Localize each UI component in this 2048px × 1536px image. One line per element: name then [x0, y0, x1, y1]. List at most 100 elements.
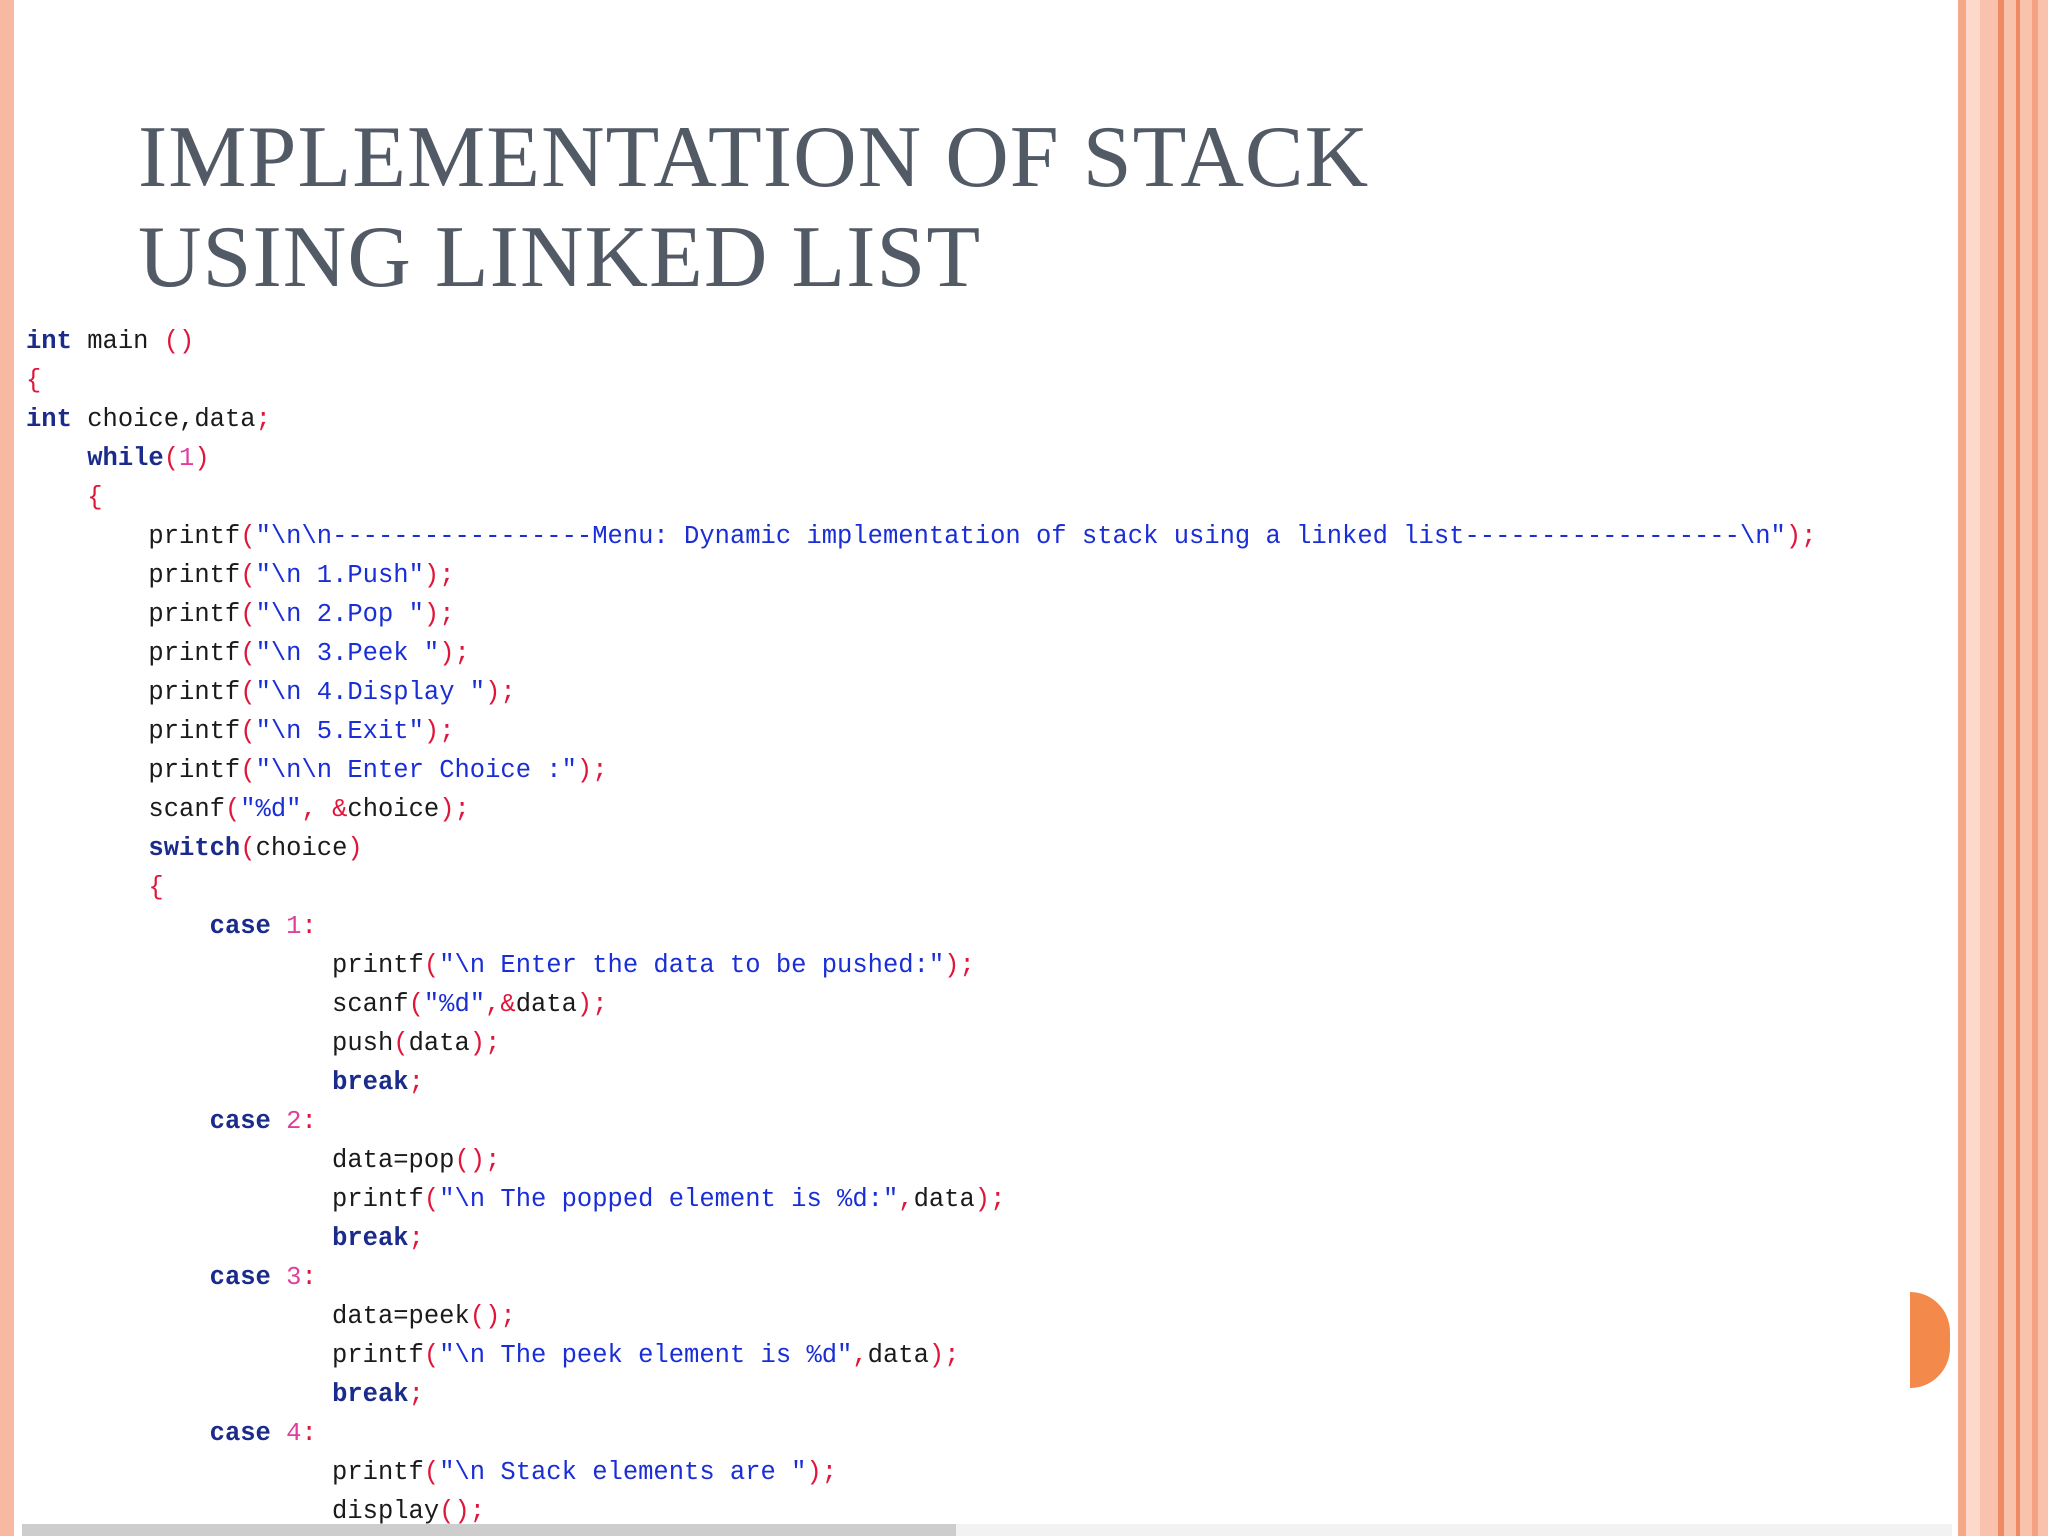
slide-right-stripe	[1998, 0, 2004, 1536]
code-token: :	[301, 1263, 317, 1292]
code-line: int main ()	[26, 322, 1816, 361]
code-token: while	[87, 444, 164, 473]
code-token: ()	[163, 327, 195, 356]
code-token: (	[423, 1341, 440, 1370]
code-token: data=peek	[26, 1302, 470, 1331]
code-token: );	[469, 1029, 501, 1058]
code-token: switch	[148, 834, 241, 863]
code-token: ;	[408, 1068, 424, 1097]
code-token: (	[240, 834, 256, 863]
code-token: "\n 5.Exit"	[255, 717, 424, 746]
code-token: printf	[26, 639, 241, 668]
code-token: scanf	[26, 795, 225, 824]
code-token: case	[209, 1263, 271, 1292]
code-token: ;	[408, 1380, 424, 1409]
code-token: ,	[898, 1185, 914, 1214]
code-token: );	[423, 561, 455, 590]
code-token: "%d"	[240, 795, 302, 824]
code-token: "%d"	[423, 990, 486, 1019]
horizontal-scrollbar-thumb[interactable]	[22, 1524, 956, 1536]
code-token: "\n 2.Pop "	[255, 600, 424, 629]
code-token: break	[332, 1380, 409, 1409]
code-token: data=pop	[26, 1146, 455, 1175]
code-token: 3	[286, 1263, 302, 1292]
code-token: )	[194, 444, 210, 473]
code-line: printf("\n The peek element is %d",data)…	[26, 1336, 1816, 1375]
code-line: {	[26, 868, 1816, 907]
code-token: int	[26, 327, 72, 356]
code-token: );	[485, 678, 516, 707]
code-token: 1	[179, 444, 195, 473]
code-token: (	[224, 795, 241, 824]
code-line: push(data);	[26, 1024, 1816, 1063]
code-token: printf	[26, 1458, 424, 1487]
code-token: (	[240, 717, 256, 746]
code-token: ;	[408, 1224, 424, 1253]
code-token: data	[867, 1341, 929, 1370]
code-line: printf("\n 2.Pop ");	[26, 595, 1816, 634]
code-token: printf	[26, 756, 241, 785]
code-token: printf	[26, 951, 424, 980]
code-token: "\n The peek element is %d"	[439, 1341, 853, 1370]
code-line: printf("\n 1.Push");	[26, 556, 1816, 595]
code-token: ,&	[485, 990, 516, 1019]
code-token: data	[408, 1029, 470, 1058]
code-token: (	[240, 678, 256, 707]
code-token: 4	[286, 1419, 302, 1448]
code-token: );	[974, 1185, 1006, 1214]
code-token: (	[240, 522, 256, 551]
code-token: (	[423, 1458, 440, 1487]
code-line: printf("\n The popped element is %d:",da…	[26, 1180, 1816, 1219]
code-token: {	[148, 873, 164, 902]
code-token: (	[240, 756, 256, 785]
code-line: printf("\n 4.Display ");	[26, 673, 1816, 712]
code-token: choice	[255, 834, 348, 863]
code-block: int main (){int choice,data; while(1) { …	[26, 322, 1816, 1531]
code-line: case 4:	[26, 1414, 1816, 1453]
code-token: 1	[286, 912, 302, 941]
slide-right-stripe	[2032, 0, 2038, 1536]
code-token: "\n\n-----------------Menu: Dynamic impl…	[255, 522, 1786, 551]
code-token: (	[240, 600, 256, 629]
code-token: "\n 1.Push"	[255, 561, 424, 590]
code-token: )	[347, 834, 363, 863]
code-token: printf	[26, 522, 241, 551]
code-token: "\n\n Enter Choice :"	[255, 756, 577, 785]
code-token: ;	[255, 405, 271, 434]
code-token: printf	[26, 1185, 424, 1214]
code-token: printf	[26, 600, 241, 629]
code-line: case 2:	[26, 1102, 1816, 1141]
code-token: data	[913, 1185, 975, 1214]
code-token: display	[26, 1497, 440, 1526]
code-token: ();	[439, 1497, 486, 1526]
code-token: );	[576, 990, 608, 1019]
code-line: printf("\n\n-----------------Menu: Dynam…	[26, 517, 1816, 556]
slide-right-stripe	[1966, 0, 1980, 1536]
code-token: "\n Enter the data to be pushed:"	[439, 951, 945, 980]
code-token: );	[439, 639, 470, 668]
code-token: (	[423, 951, 440, 980]
code-line: printf("\n Enter the data to be pushed:"…	[26, 946, 1816, 985]
code-line: data=peek();	[26, 1297, 1816, 1336]
code-token: (	[163, 444, 180, 473]
code-line: while(1)	[26, 439, 1816, 478]
decorative-half-circle	[1910, 1292, 1950, 1388]
code-line: case 1:	[26, 907, 1816, 946]
code-token: "\n Stack elements are "	[439, 1458, 807, 1487]
code-token: case	[209, 912, 271, 941]
code-line: break;	[26, 1219, 1816, 1258]
code-line: printf("\n 5.Exit");	[26, 712, 1816, 751]
